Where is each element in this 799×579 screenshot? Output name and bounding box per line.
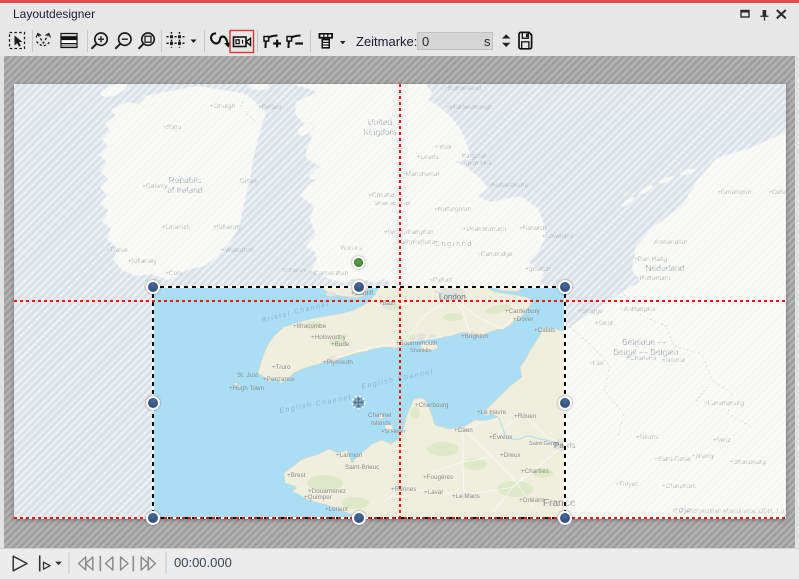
svg-text:+Calais: +Calais — [534, 327, 555, 334]
svg-text:Shanklin: Shanklin — [410, 348, 431, 354]
svg-text:+Holsworthy: +Holsworthy — [311, 334, 347, 341]
svg-text:+Ilfracombe: +Ilfracombe — [293, 323, 327, 330]
svg-text:+Brest: +Brest — [287, 472, 306, 479]
svg-text:Saint-Brieuc: Saint-Brieuc — [345, 464, 379, 471]
svg-text:+Brighton: +Brighton — [461, 333, 489, 340]
svg-text:St. Just: St. Just — [237, 372, 258, 379]
svg-text:+Rouen: +Rouen — [514, 413, 537, 420]
svg-text:+Rennes: +Rennes — [391, 486, 416, 493]
svg-text:+Lannion: +Lannion — [336, 452, 363, 459]
svg-text:France: France — [543, 498, 565, 509]
svg-text:+Orléans: +Orléans — [519, 497, 545, 504]
svg-text:+Cherbourg: +Cherbourg — [415, 402, 449, 409]
svg-text:+Truro: +Truro — [272, 364, 291, 371]
svg-text:+Plymouth: +Plymouth — [323, 359, 353, 366]
svg-text:+Laval: +Laval — [424, 489, 443, 496]
svg-text:+Le Havre: +Le Havre — [477, 409, 507, 416]
svg-text:+Lorient: +Lorient — [325, 506, 348, 513]
svg-text:+Caen: +Caen — [454, 427, 473, 434]
svg-text:+Bournemouth: +Bournemouth — [396, 340, 438, 347]
svg-text:+St Helier: +St Helier — [381, 429, 406, 435]
svg-text:+Fougères: +Fougères — [423, 474, 453, 481]
svg-text:+Dover: +Dover — [513, 316, 533, 323]
svg-text:+Quimper: +Quimper — [304, 494, 332, 501]
svg-text:+Hugh Town: +Hugh Town — [229, 385, 265, 392]
svg-text:Islands: Islands — [371, 420, 391, 427]
svg-text:Channel: Channel — [368, 412, 391, 419]
svg-text:+Dreux: +Dreux — [500, 452, 521, 459]
svg-text:+Le Mans: +Le Mans — [452, 493, 480, 500]
svg-text:+Évreux: +Évreux — [489, 432, 513, 441]
svg-text:+Chartres: +Chartres — [521, 468, 549, 475]
svg-text:+Bude: +Bude — [331, 341, 350, 348]
svg-text:+Penzance: +Penzance — [263, 376, 295, 383]
svg-text:+Canterbury: +Canterbury — [505, 308, 541, 315]
